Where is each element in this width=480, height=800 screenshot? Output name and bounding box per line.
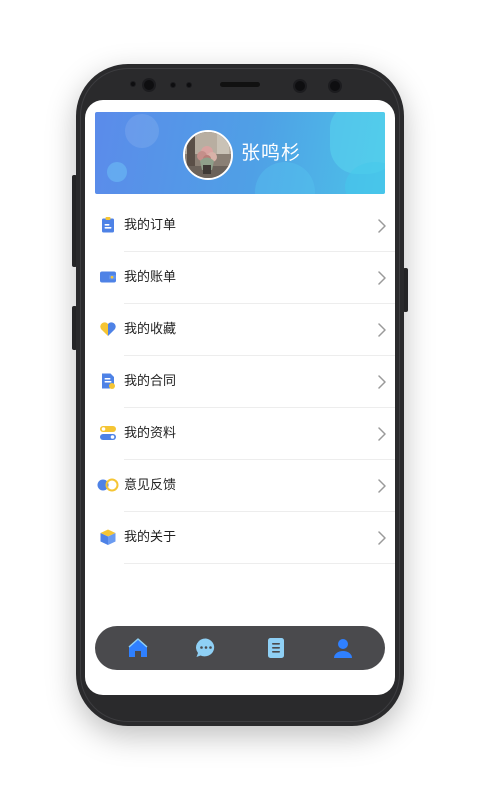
secondary-camera: [328, 79, 342, 93]
menu-item-profile-info[interactable]: 我的资料: [85, 408, 395, 460]
avatar-photo: [185, 132, 231, 178]
decor-bubble: [107, 162, 127, 182]
tab-messages[interactable]: [194, 636, 218, 660]
menu-item-label: 我的资料: [124, 426, 177, 441]
menu-item-favorites[interactable]: 我的收藏: [85, 304, 395, 356]
wallet-icon: [99, 268, 117, 286]
feedback-icon: [97, 476, 119, 494]
clipboard-icon: [99, 216, 117, 234]
chevron-right-icon: [377, 478, 387, 494]
document-icon: [99, 372, 117, 390]
earpiece: [220, 82, 260, 87]
divider: [124, 563, 395, 564]
tab-profile[interactable]: [331, 636, 355, 660]
toggle-card-icon: [99, 424, 117, 442]
bottom-tab-bar: [95, 626, 385, 670]
device-mockup: 张鸣杉 我的订单 我的账单 我的收藏 我的合同 我的资料 意见反馈 我的关于: [0, 0, 480, 800]
tab-home[interactable]: [126, 636, 150, 660]
profile-menu: 我的订单 我的账单 我的收藏 我的合同 我的资料 意见反馈 我的关于: [85, 200, 395, 564]
proximity-sensor: [293, 79, 307, 93]
heart-icon: [99, 320, 117, 338]
chevron-right-icon: [377, 530, 387, 546]
menu-item-label: 我的合同: [124, 374, 177, 389]
chevron-right-icon: [377, 218, 387, 234]
menu-item-label: 我的订单: [124, 218, 177, 233]
menu-item-contracts[interactable]: 我的合同: [85, 356, 395, 408]
home-icon: [128, 638, 148, 657]
chevron-right-icon: [377, 426, 387, 442]
tab-list[interactable]: [264, 636, 288, 660]
app-screen: 张鸣杉 我的订单 我的账单 我的收藏 我的合同 我的资料 意见反馈 我的关于: [85, 100, 395, 695]
user-icon: [334, 639, 352, 658]
menu-item-feedback[interactable]: 意见反馈: [85, 460, 395, 512]
chevron-right-icon: [377, 322, 387, 338]
box-icon: [99, 528, 117, 546]
sensor-dot: [186, 82, 192, 88]
list-icon: [268, 638, 284, 658]
decor-bubble: [255, 162, 315, 194]
profile-banner: 张鸣杉: [95, 112, 385, 194]
decor-bubble: [125, 114, 159, 148]
chevron-right-icon: [377, 374, 387, 390]
menu-item-bills[interactable]: 我的账单: [85, 252, 395, 304]
menu-item-label: 我的关于: [124, 530, 177, 545]
front-camera: [142, 78, 156, 92]
sensor-dot: [170, 82, 176, 88]
username: 张鸣杉: [241, 142, 302, 164]
menu-item-about[interactable]: 我的关于: [85, 512, 395, 564]
sensor-dot: [130, 81, 136, 87]
menu-item-label: 我的收藏: [124, 322, 177, 337]
menu-item-orders[interactable]: 我的订单: [85, 200, 395, 252]
chevron-right-icon: [377, 270, 387, 286]
menu-item-label: 我的账单: [124, 270, 177, 285]
avatar[interactable]: [183, 130, 233, 180]
menu-item-label: 意见反馈: [124, 478, 177, 493]
chat-bubble-icon: [196, 638, 215, 657]
